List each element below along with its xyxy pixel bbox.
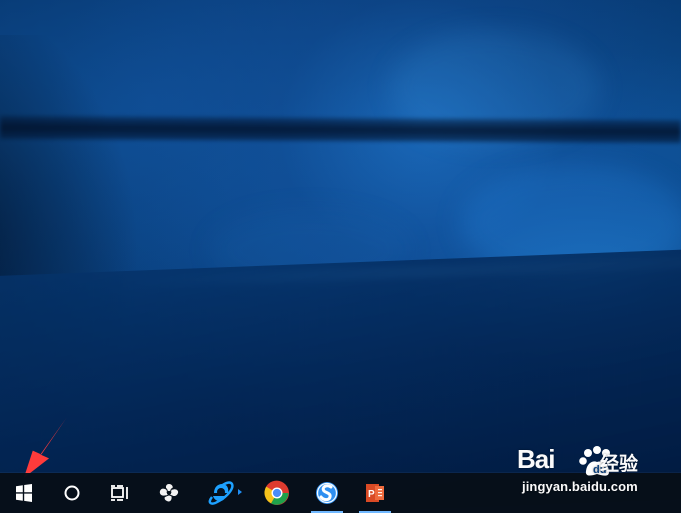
task-view-icon: [111, 485, 128, 501]
task-view-button[interactable]: [96, 473, 144, 513]
cortana-search-button[interactable]: [48, 473, 96, 513]
svg-text:P: P: [368, 489, 375, 500]
powerpoint-icon: P: [366, 484, 384, 502]
windows-logo-icon: [16, 484, 32, 502]
flower-app-icon: [159, 484, 179, 502]
wallpaper-dark-band: [0, 115, 681, 144]
internet-explorer-icon: [208, 481, 242, 505]
start-button[interactable]: [0, 473, 48, 513]
taskbar-sogou-browser[interactable]: [303, 473, 351, 513]
taskbar-powerpoint[interactable]: P: [351, 473, 399, 513]
sogou-browser-icon: [316, 482, 338, 504]
taskbar-internet-explorer[interactable]: [199, 473, 255, 513]
taskbar: P: [0, 473, 681, 513]
taskbar-chrome[interactable]: [253, 473, 301, 513]
circle-search-icon: [64, 485, 80, 501]
chrome-icon: [264, 480, 289, 505]
desktop: P du Bai 经验 jingyan.baidu.com: [0, 0, 681, 513]
taskbar-pinned-flower-app[interactable]: [145, 473, 193, 513]
